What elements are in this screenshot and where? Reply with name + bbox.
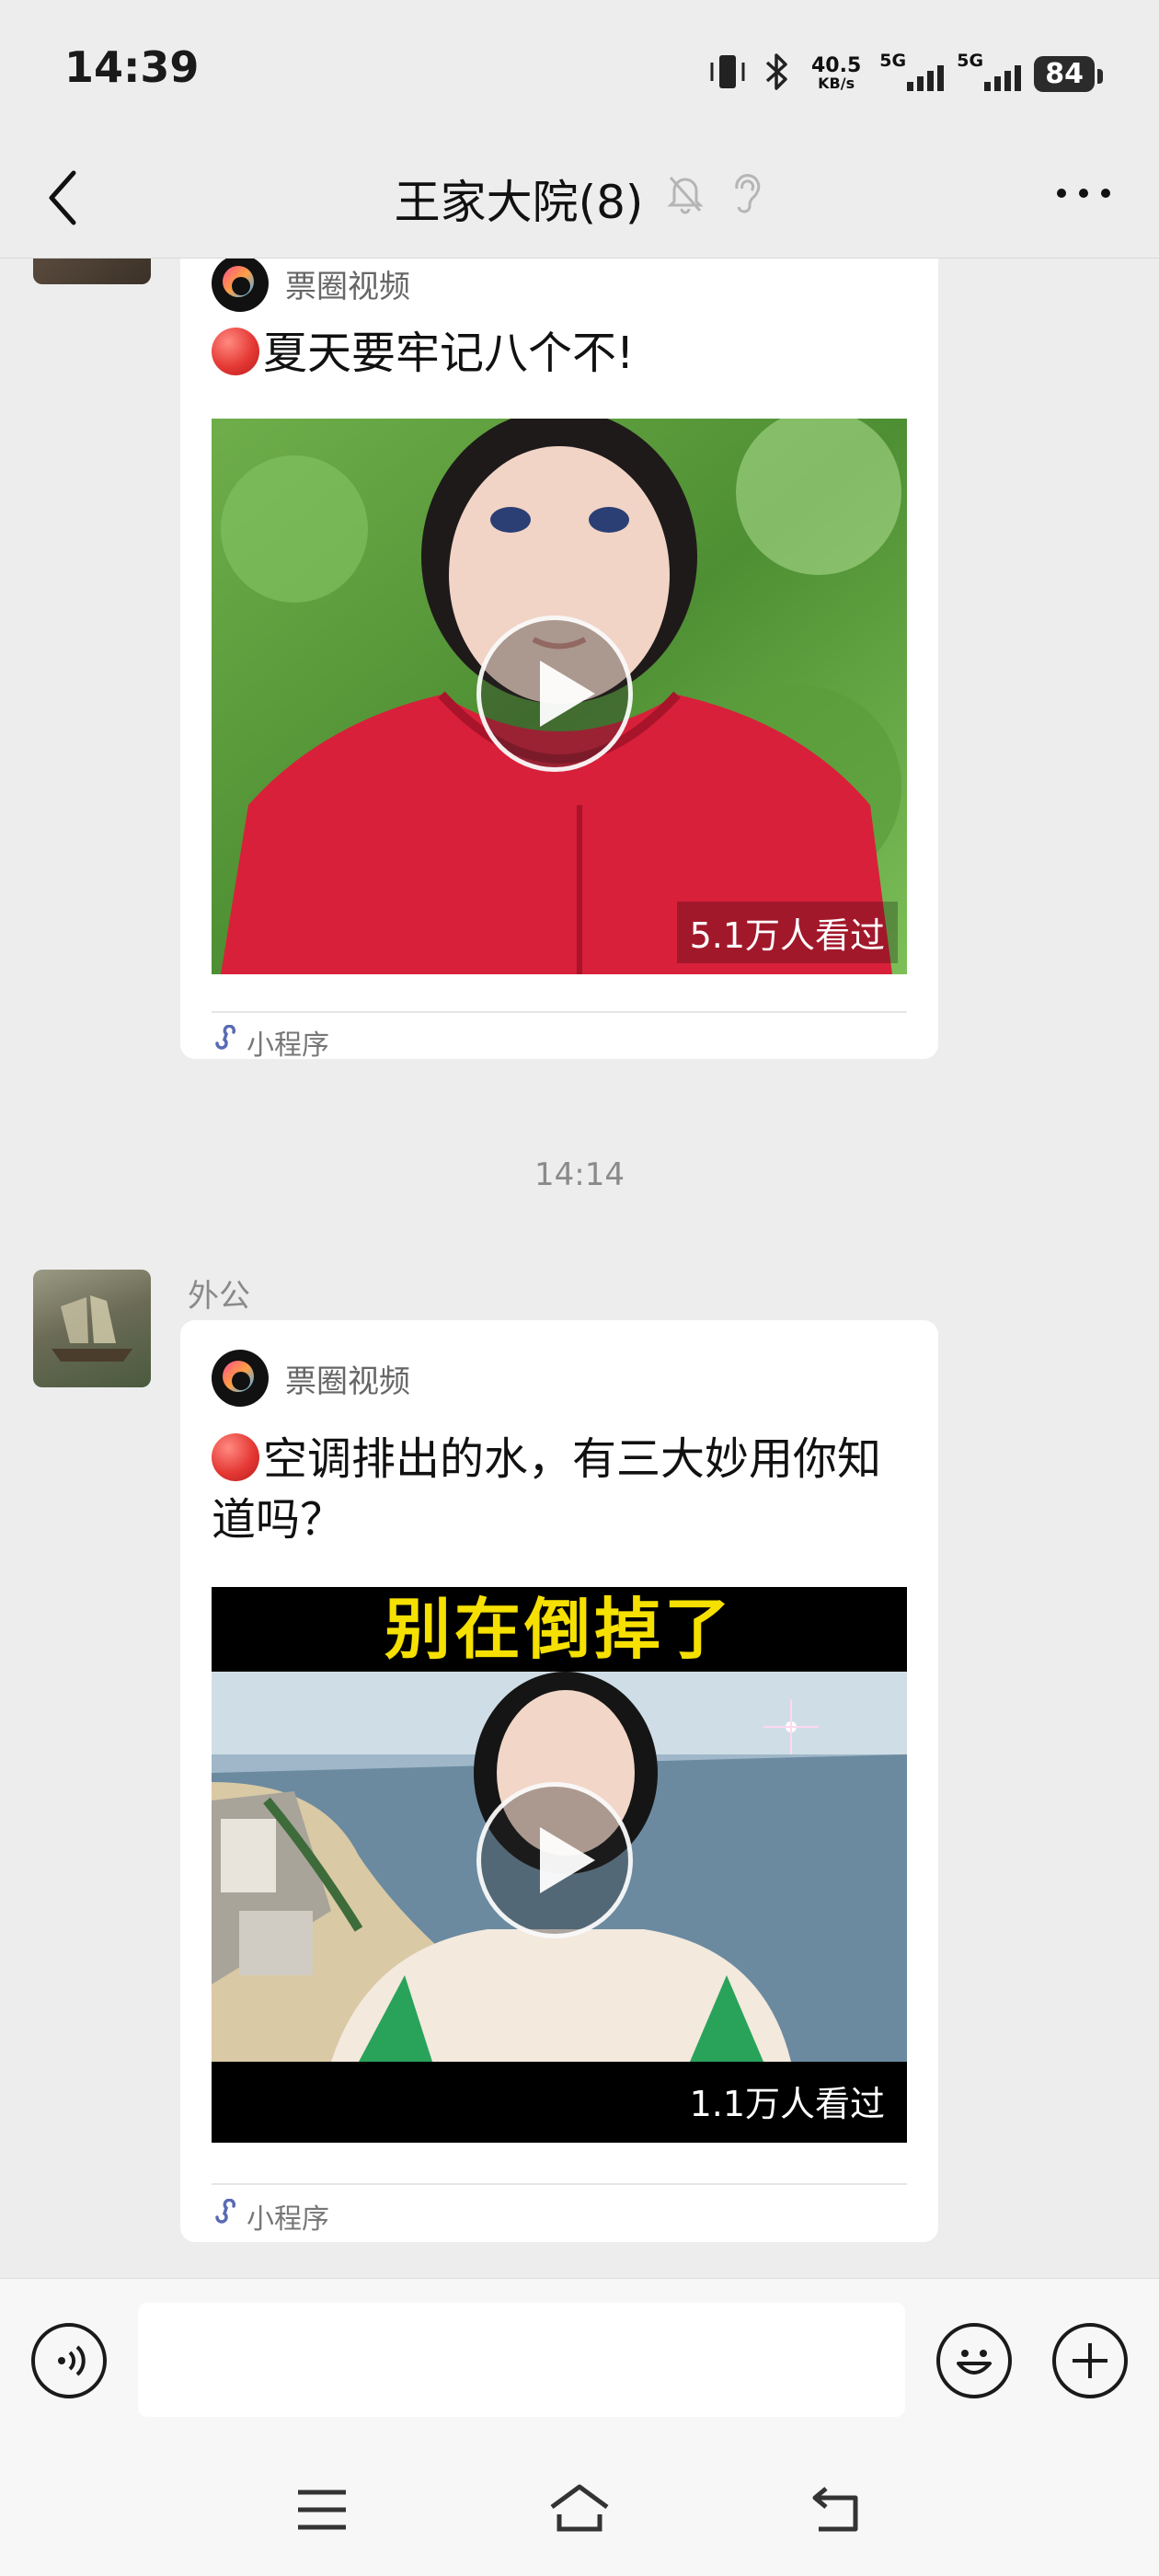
vibrate-icon xyxy=(706,52,749,96)
mute-bell-icon xyxy=(665,170,706,227)
status-icons: 40.5 KB/s 5G 5G 84 xyxy=(706,46,1103,101)
mini-program-card[interactable]: 票圈视频 空调排出的水，有三大妙用你知道吗？ 别在倒掉了 1.1万人看过 小程序 xyxy=(180,1320,938,2242)
view-count: 5.1万人看过 xyxy=(676,902,898,963)
mini-program-icon xyxy=(212,2198,239,2234)
signal-5g-1-icon: 5G xyxy=(879,51,945,97)
mini-program-card[interactable]: 票圈视频 夏天要牢记八个不! 5.1万人看过 小程序 xyxy=(180,259,938,1062)
signal-5g-2-icon: 5G xyxy=(957,51,1022,97)
piaoquan-logo-icon xyxy=(212,259,269,312)
message-timestamp: 14:14 xyxy=(534,1156,625,1193)
mini-program-icon xyxy=(212,1024,239,1060)
emoji-icon[interactable] xyxy=(936,2323,1012,2398)
avatar[interactable] xyxy=(33,259,151,284)
mini-program-label: 小程序 xyxy=(212,2196,329,2237)
card-divider xyxy=(212,1011,907,1013)
menu-icon[interactable] xyxy=(296,2487,348,2536)
card-source: 票圈视频 xyxy=(212,259,410,312)
card-divider xyxy=(212,2183,907,2185)
status-time: 14:39 xyxy=(64,42,200,92)
card-title: 空调排出的水，有三大妙用你知道吗？ xyxy=(212,1433,882,1546)
sender-name: 外公 xyxy=(188,1278,250,1315)
add-icon[interactable] xyxy=(1052,2323,1128,2398)
net-speed: 40.5 KB/s xyxy=(810,54,862,92)
play-icon[interactable] xyxy=(476,615,633,772)
more-icon[interactable] xyxy=(1054,186,1113,204)
back-system-icon[interactable] xyxy=(809,2483,865,2538)
message-input[interactable] xyxy=(138,2303,905,2417)
status-bar: 14:39 40.5 KB/s 5G 5G 84 xyxy=(0,0,1159,138)
voice-icon[interactable] xyxy=(31,2323,107,2398)
view-count: 1.1万人看过 xyxy=(689,2084,885,2124)
avatar-ship-image xyxy=(52,1295,132,1362)
chat-title: 王家大院(8) xyxy=(394,176,644,229)
chat-area[interactable]: 票圈视频 夏天要牢记八个不! 5.1万人看过 小程序 14:14 外公 票圈视频… xyxy=(0,259,1159,2278)
system-navigation-bar xyxy=(0,2448,1159,2576)
card-source: 票圈视频 xyxy=(212,1350,410,1407)
piaoquan-logo-icon xyxy=(212,1350,269,1407)
mini-program-label: 小程序 xyxy=(212,1022,329,1063)
card-title: 夏天要牢记八个不! xyxy=(212,323,911,384)
chat-header: 王家大院(8) xyxy=(0,138,1159,259)
thumb-banner: 别在倒掉了 xyxy=(212,1587,907,1672)
play-icon[interactable] xyxy=(476,1782,633,1938)
avatar[interactable] xyxy=(33,1270,151,1387)
bluetooth-icon xyxy=(762,52,793,96)
red-circle-icon xyxy=(212,328,259,375)
input-bar xyxy=(0,2278,1159,2449)
battery-indicator: 84 xyxy=(1034,55,1103,92)
home-icon[interactable] xyxy=(548,2483,611,2538)
red-circle-icon xyxy=(212,1433,259,1481)
video-thumbnail[interactable]: 别在倒掉了 1.1万人看过 xyxy=(212,1587,907,2143)
video-thumbnail[interactable]: 5.1万人看过 xyxy=(212,419,907,974)
ear-icon xyxy=(728,170,764,227)
